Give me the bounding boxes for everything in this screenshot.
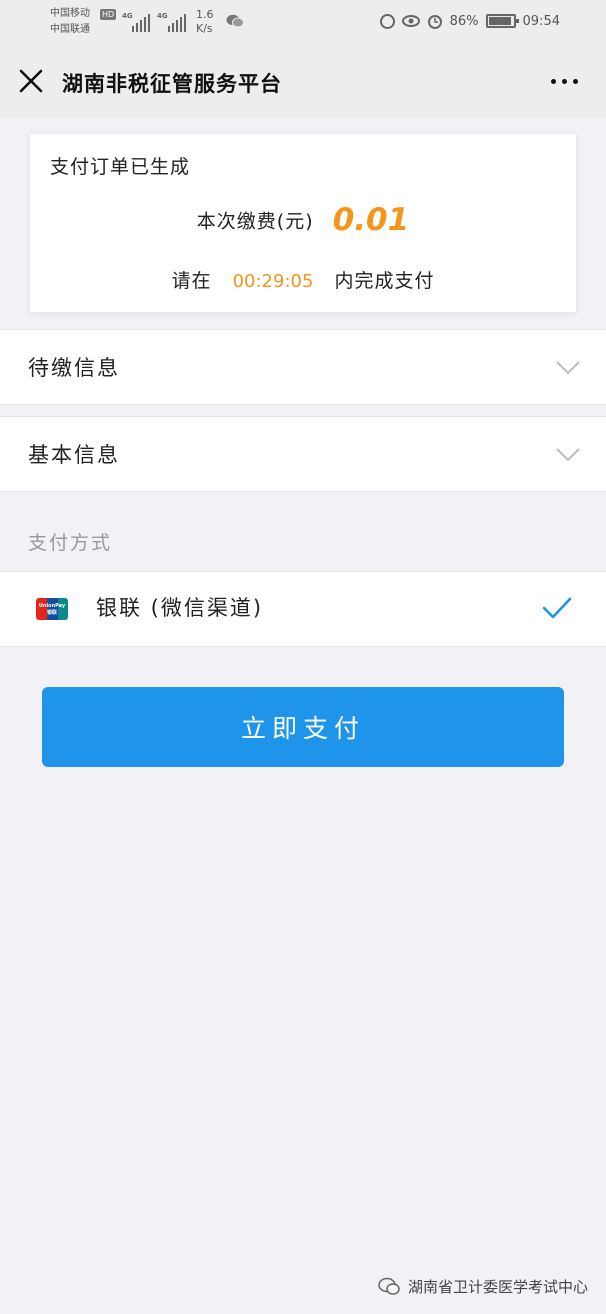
unionpay-logo-icon: UnionPay 银联 bbox=[36, 598, 68, 620]
network-speed: 1.6 K/s bbox=[196, 8, 214, 35]
section-label: 待缴信息 bbox=[28, 356, 120, 380]
section-basic-info[interactable]: 基本信息 bbox=[0, 416, 606, 492]
payment-option-unionpay[interactable]: UnionPay 银联 银联 (微信渠道) bbox=[0, 571, 606, 647]
clock: 09:54 bbox=[522, 13, 560, 29]
chevron-down-icon bbox=[556, 448, 580, 462]
carrier-2: 中国联通 bbox=[50, 24, 90, 35]
fee-amount: 0.01 bbox=[332, 202, 410, 238]
section-pending-info[interactable]: 待缴信息 bbox=[0, 329, 606, 405]
page-title: 湖南非税征管服务平台 bbox=[62, 72, 282, 96]
signal-icon bbox=[168, 10, 186, 32]
more-dots-icon bbox=[551, 79, 556, 84]
order-summary-card: 支付订单已生成 本次缴费(元) 0.01 请在 00:29:05 内完成支付 bbox=[30, 134, 576, 312]
order-status-text: 支付订单已生成 bbox=[50, 156, 191, 178]
close-icon[interactable] bbox=[14, 64, 48, 98]
status-bar: 中国移动 中国联通 HD 4G 4G 1.6 K/s 86% 09:54 bbox=[0, 0, 606, 46]
section-label: 基本信息 bbox=[28, 443, 120, 467]
title-bar: 湖南非税征管服务平台 bbox=[0, 46, 606, 118]
network-type-2: 4G bbox=[157, 12, 168, 20]
pay-now-button[interactable]: 立即支付 bbox=[42, 687, 564, 767]
watermark: 湖南省卫计委医学考试中心 bbox=[378, 1276, 588, 1297]
battery-icon bbox=[485, 14, 519, 28]
payment-option-label: 银联 (微信渠道) bbox=[96, 596, 264, 620]
timer-suffix: 内完成支付 bbox=[334, 270, 435, 292]
watermark-text: 湖南省卫计委医学考试中心 bbox=[407, 1278, 588, 1296]
data-saver-icon bbox=[379, 13, 395, 29]
carrier-1: 中国移动 bbox=[50, 8, 90, 19]
checkmark-icon[interactable] bbox=[542, 597, 572, 619]
hd-badge: HD bbox=[100, 9, 117, 20]
countdown-timer: 00:29:05 bbox=[232, 271, 314, 292]
alarm-icon bbox=[427, 15, 442, 29]
payment-timer-row: 请在 00:29:05 内完成支付 bbox=[30, 266, 576, 293]
wechat-account-icon bbox=[378, 1277, 400, 1295]
system-status-icons: 86% 09:54 bbox=[379, 13, 560, 29]
timer-prefix: 请在 bbox=[171, 270, 212, 292]
fee-label: 本次缴费(元) bbox=[196, 210, 314, 233]
battery-percent: 86% bbox=[449, 13, 479, 29]
signal-icon bbox=[132, 10, 150, 32]
fee-row: 本次缴费(元) 0.01 bbox=[30, 202, 576, 238]
wechat-icon bbox=[226, 14, 244, 28]
payment-method-title: 支付方式 bbox=[28, 532, 113, 554]
more-options-button[interactable] bbox=[551, 71, 578, 92]
chevron-down-icon bbox=[556, 361, 580, 375]
eye-icon bbox=[401, 15, 420, 27]
carrier-info: 中国移动 中国联通 bbox=[50, 6, 90, 38]
